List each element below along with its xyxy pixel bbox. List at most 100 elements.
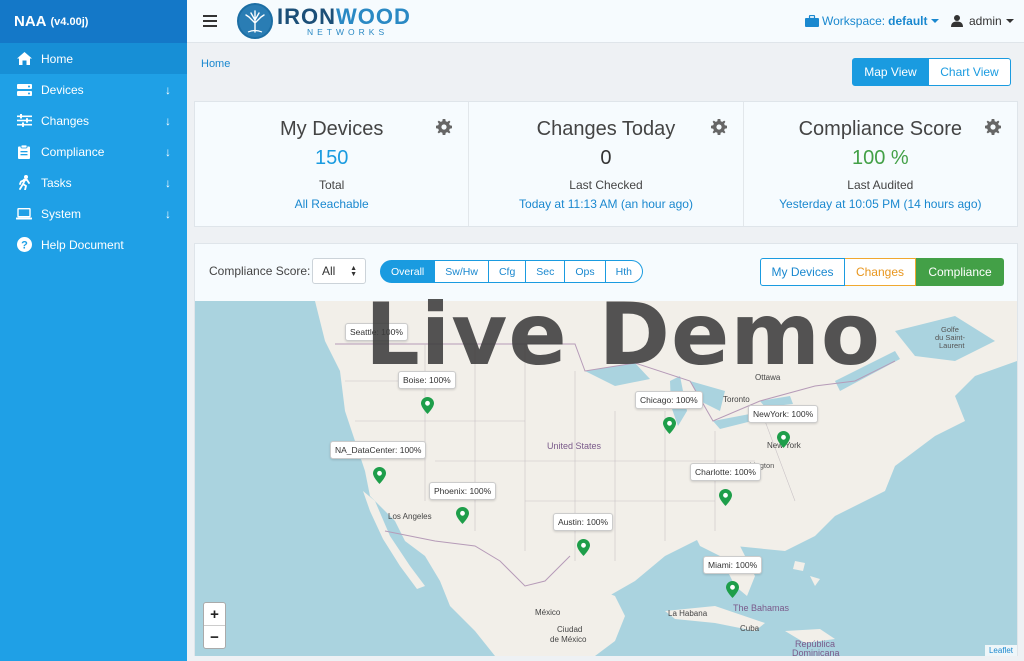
place-label: de México <box>550 635 587 644</box>
map-pin-icon[interactable] <box>421 397 434 414</box>
marker-label-charlotte[interactable]: Charlotte: 100% <box>690 463 761 481</box>
arrow-down-icon: ↓ <box>165 144 171 159</box>
pill-sw-hw[interactable]: Sw/Hw <box>435 260 489 283</box>
marker-label-na-datacenter[interactable]: NA_DataCenter: 100% <box>330 441 427 459</box>
card-sub-link[interactable]: Today at 11:13 AM (an hour ago) <box>469 197 742 211</box>
workspace-label: Workspace: <box>822 14 886 28</box>
zoom-out-button[interactable]: − <box>204 626 225 649</box>
server-icon <box>16 83 32 97</box>
changes-button[interactable]: Changes <box>845 258 916 286</box>
marker-label-seattle[interactable]: Seattle: 100% <box>345 323 408 341</box>
view-toggle: Map View Chart View <box>852 58 1011 86</box>
summary-cards: My Devices 150 Total All Reachable Chang… <box>194 101 1018 227</box>
briefcase-icon <box>805 15 819 27</box>
question-circle-icon: ? <box>16 237 32 252</box>
app-brand[interactable]: NAA (v4.00j) <box>0 0 187 43</box>
compliance-score-label: Compliance Score: <box>209 264 311 278</box>
place-label: Dominicana <box>792 648 840 656</box>
map-panel: Compliance Score: All ▲ ▼ Overall Sw/Hw C… <box>194 243 1018 656</box>
map-canvas[interactable]: United States Los Angeles Ottawa Toronto… <box>195 301 1017 656</box>
card-title: Changes Today <box>536 118 676 140</box>
card-value: 100 % <box>851 147 909 169</box>
chart-view-button[interactable]: Chart View <box>929 58 1011 86</box>
map-view-button[interactable]: Map View <box>852 58 929 86</box>
gear-icon[interactable] <box>984 119 1001 135</box>
sidebar-item-changes[interactable]: Changes ↓ <box>0 105 187 136</box>
sliders-icon <box>16 114 32 128</box>
map-pin-icon[interactable] <box>456 507 469 524</box>
sidebar-item-label: Help Document <box>41 237 124 252</box>
map-pin-icon[interactable] <box>726 581 739 598</box>
card-sub-link[interactable]: Yesterday at 10:05 PM (14 hours ago) <box>744 197 1017 211</box>
user-icon <box>951 15 963 27</box>
sidebar-item-home[interactable]: Home <box>0 43 187 74</box>
map-pin-icon[interactable] <box>373 467 386 484</box>
pill-ops[interactable]: Ops <box>565 260 606 283</box>
pill-overall[interactable]: Overall <box>380 260 436 283</box>
caret-down-icon <box>931 19 940 23</box>
place-label: The Bahamas <box>733 603 790 613</box>
map-pin-icon[interactable] <box>719 489 732 506</box>
arrow-down-icon: ↓ <box>165 175 171 190</box>
sidebar-item-compliance[interactable]: Compliance ↓ <box>0 136 187 167</box>
user-menu[interactable]: admin <box>951 14 1014 28</box>
sidebar-item-label: Tasks <box>41 175 72 190</box>
select-value: All <box>322 264 336 278</box>
hamburger-menu-icon[interactable] <box>203 15 217 27</box>
pill-sec[interactable]: Sec <box>526 260 566 283</box>
card-sub-link[interactable]: All Reachable <box>195 197 468 211</box>
sidebar-item-tasks[interactable]: Tasks ↓ <box>0 167 187 198</box>
pill-cfg[interactable]: Cfg <box>488 260 527 283</box>
card-label: Last Audited <box>847 178 914 192</box>
compliance-score-select[interactable]: All ▲ ▼ <box>312 258 366 284</box>
compliance-button[interactable]: Compliance <box>916 258 1004 286</box>
app-version: (v4.00j) <box>50 15 89 28</box>
gear-icon[interactable] <box>710 119 727 135</box>
marker-label-chicago[interactable]: Chicago: 100% <box>635 391 703 409</box>
user-name: admin <box>969 14 1002 28</box>
sidebar: NAA (v4.00j) Home Devices ↓ Changes ↓ Co… <box>0 0 187 661</box>
breadcrumb[interactable]: Home <box>201 58 230 70</box>
logo-subtext: NETWORKS <box>307 26 389 37</box>
sidebar-item-devices[interactable]: Devices ↓ <box>0 74 187 105</box>
marker-label-newyork[interactable]: NewYork: 100% <box>748 405 819 423</box>
workspace-value: default <box>888 14 928 28</box>
sidebar-item-help-document[interactable]: ? Help Document <box>0 229 187 260</box>
map-mode-buttons: My Devices Changes Compliance <box>760 258 1004 286</box>
card-label: Total <box>318 178 345 192</box>
card-value: 150 <box>314 147 349 169</box>
card-title: Compliance Score <box>798 118 963 140</box>
logo-text-iron: IRON <box>277 3 336 29</box>
marker-label-miami[interactable]: Miami: 100% <box>703 556 763 574</box>
marker-label-boise[interactable]: Boise: 100% <box>398 371 456 389</box>
my-devices-button[interactable]: My Devices <box>760 258 845 286</box>
gear-icon[interactable] <box>436 119 453 135</box>
pill-hth[interactable]: Hth <box>605 260 643 283</box>
marker-label-austin[interactable]: Austin: 100% <box>553 513 614 531</box>
map-attribution-link[interactable]: Leaflet <box>984 645 1017 656</box>
card-compliance-score: Compliance Score 100 % Last Audited Yest… <box>744 102 1017 226</box>
zoom-in-button[interactable]: + <box>204 603 225 626</box>
place-label: Laurent <box>939 341 965 350</box>
app-name: NAA <box>14 13 47 30</box>
arrow-down-icon: ↓ <box>165 82 171 97</box>
tree-logo-icon <box>237 3 273 39</box>
clipboard-icon <box>16 144 32 159</box>
card-title: My Devices <box>279 118 384 140</box>
card-my-devices: My Devices 150 Total All Reachable <box>195 102 470 226</box>
map-pin-icon[interactable] <box>777 431 790 448</box>
laptop-icon <box>16 207 32 221</box>
marker-label-phoenix[interactable]: Phoenix: 100% <box>429 482 497 500</box>
workspace-dropdown[interactable]: Workspace: default <box>805 14 940 28</box>
filter-row: Compliance Score: All ▲ ▼ Overall Sw/Hw C… <box>195 244 1017 301</box>
card-label: Last Checked <box>569 178 643 192</box>
category-pills: Overall Sw/Hw Cfg Sec Ops Hth <box>380 260 643 283</box>
sidebar-item-system[interactable]: System ↓ <box>0 198 187 229</box>
map-pin-icon[interactable] <box>663 417 676 434</box>
sidebar-item-label: System <box>41 206 82 221</box>
sidebar-item-label: Devices <box>41 82 84 97</box>
sidebar-item-label: Changes <box>41 113 90 128</box>
map-pin-icon[interactable] <box>577 539 590 556</box>
sidebar-item-label: Compliance <box>41 144 105 159</box>
top-bar: IRONWOOD NETWORKS Workspace: default adm… <box>187 0 1024 43</box>
